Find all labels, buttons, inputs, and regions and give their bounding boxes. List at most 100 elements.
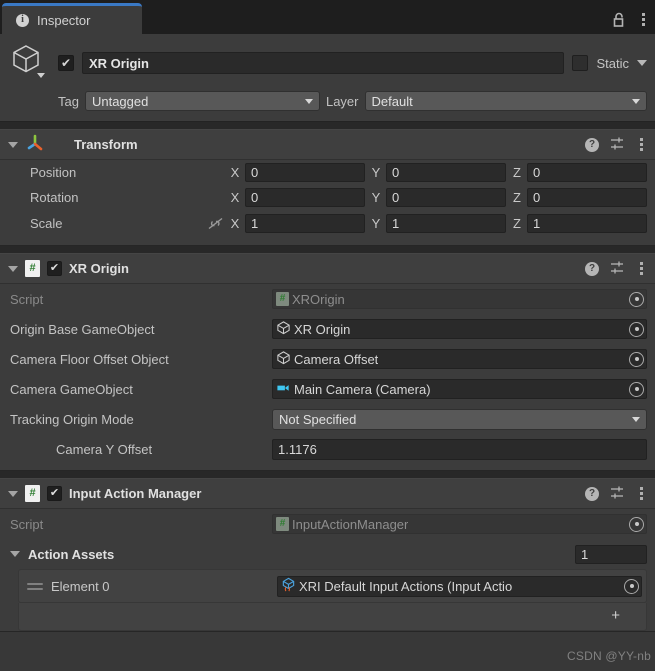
- position-x: X 0: [228, 163, 365, 182]
- scale-x-input[interactable]: 1: [245, 214, 365, 233]
- kebab-menu-icon[interactable]: [636, 260, 647, 277]
- axis-y-label: Y: [371, 190, 381, 205]
- camera-y-offset-label: Camera Y Offset: [56, 441, 153, 457]
- xr-origin-header[interactable]: # ✔ XR Origin ?: [0, 254, 655, 284]
- axis-y-label: Y: [371, 216, 381, 231]
- padlock-unlocked-icon[interactable]: [612, 12, 626, 28]
- position-y-input[interactable]: 0: [386, 163, 506, 182]
- position-vector: X 0 Y 0 Z 0: [228, 163, 647, 182]
- position-x-input[interactable]: 0: [245, 163, 365, 182]
- cs-script-icon: #: [25, 260, 40, 277]
- foldout-triangle-icon[interactable]: [8, 490, 18, 497]
- help-icon[interactable]: ?: [585, 137, 599, 152]
- axis-z-label: Z: [513, 165, 521, 180]
- static-checkbox[interactable]: [572, 55, 589, 71]
- script-label: Script: [10, 516, 44, 532]
- action-assets-footer: +: [18, 603, 647, 631]
- scale-x: X 1: [228, 214, 365, 233]
- input-action-manager-enabled-checkbox[interactable]: ✔: [47, 486, 62, 501]
- help-icon[interactable]: ?: [585, 261, 599, 276]
- constrain-proportions-icon[interactable]: [202, 216, 228, 231]
- scale-y: Y 1: [369, 214, 506, 233]
- preset-icon[interactable]: [610, 260, 625, 278]
- input-actions-asset-icon: [281, 577, 296, 595]
- tracking-origin-mode-dropdown[interactable]: Not Specified: [272, 408, 647, 430]
- help-icon[interactable]: ?: [585, 486, 599, 501]
- gameobject-enabled-checkbox[interactable]: ✔: [58, 55, 74, 71]
- object-picker-button: [629, 516, 644, 532]
- tab-inspector[interactable]: i Inspector: [2, 3, 142, 34]
- component-xr-origin: # ✔ XR Origin ? Script # XROrigin Origin…: [0, 253, 655, 471]
- axis-x-label: X: [230, 165, 240, 180]
- tag-value: Untagged: [91, 93, 149, 109]
- object-picker-button[interactable]: [629, 381, 644, 397]
- axis-z-label: Z: [513, 216, 521, 231]
- cs-script-icon: #: [25, 485, 40, 502]
- rotation-z: Z 0: [510, 188, 647, 207]
- watermark: CSDN @YY-nb: [567, 649, 651, 663]
- component-separator: [0, 471, 655, 478]
- static-chevron-down-icon[interactable]: [637, 60, 647, 66]
- gameobject-name-input[interactable]: XR Origin: [82, 52, 565, 74]
- rotation-vector: X 0 Y 0 Z 0: [228, 188, 647, 207]
- info-icon: i: [16, 13, 29, 27]
- script-label: Script: [10, 291, 44, 307]
- camera-y-offset-input[interactable]: 1.1176: [272, 438, 647, 460]
- kebab-menu-icon[interactable]: [638, 11, 649, 28]
- scale-y-input[interactable]: 1: [386, 214, 506, 233]
- input-action-manager-title: Input Action Manager: [69, 486, 202, 501]
- preset-icon[interactable]: [610, 136, 625, 154]
- rotation-z-input[interactable]: 0: [527, 188, 647, 207]
- preset-icon[interactable]: [610, 485, 625, 503]
- tab-bar: i Inspector: [0, 0, 655, 34]
- transform-gizmo-icon: [25, 133, 45, 156]
- cube-icon[interactable]: [10, 42, 50, 84]
- add-element-button[interactable]: +: [611, 608, 620, 623]
- foldout-triangle-icon[interactable]: [8, 141, 18, 148]
- cs-script-icon: #: [276, 292, 289, 306]
- rotation-x-input[interactable]: 0: [245, 188, 365, 207]
- scale-label: Scale: [30, 216, 63, 231]
- action-assets-size-input[interactable]: 1: [575, 544, 647, 564]
- foldout-triangle-icon[interactable]: [10, 551, 20, 557]
- input-action-manager-script-row: Script # InputActionManager: [0, 509, 655, 539]
- gameobject-name-row: ✔ XR Origin Static: [10, 42, 647, 84]
- camera-floor-offset-object-row: Camera Floor Offset Object Camera Offset: [0, 344, 655, 374]
- camera-y-offset-row: Camera Y Offset 1.1176: [0, 434, 655, 464]
- xr-origin-enabled-checkbox[interactable]: ✔: [47, 261, 62, 276]
- object-picker-button[interactable]: [629, 321, 644, 337]
- rotation-y: Y 0: [369, 188, 506, 207]
- component-transform: Transform ? Position X 0 Y 0 Z 0 Rotatio…: [0, 129, 655, 246]
- script-object-field: # XROrigin: [272, 289, 647, 309]
- action-assets-list: Element 0 XRI Default Input Actions (Inp…: [18, 569, 647, 603]
- tag-dropdown[interactable]: Untagged: [84, 91, 320, 111]
- foldout-triangle-icon[interactable]: [8, 265, 18, 272]
- transform-scale-row: Scale X 1 Y 1 Z 1: [0, 210, 655, 237]
- origin-base-gameobject-field[interactable]: XR Origin: [272, 319, 647, 339]
- object-picker-button[interactable]: [624, 578, 639, 594]
- position-z-input[interactable]: 0: [527, 163, 647, 182]
- tracking-origin-mode-row: Tracking Origin Mode Not Specified: [0, 404, 655, 434]
- script-value: XROrigin: [292, 291, 345, 307]
- action-assets-row[interactable]: Action Assets 1: [0, 539, 655, 569]
- transform-header[interactable]: Transform ?: [0, 130, 655, 160]
- script-object-field: # InputActionManager: [272, 514, 647, 534]
- camera-gameobject-field[interactable]: Main Camera (Camera): [272, 379, 647, 399]
- layer-dropdown[interactable]: Default: [364, 91, 647, 111]
- element-0-object-field[interactable]: XRI Default Input Actions (Input Actio: [277, 575, 642, 597]
- kebab-menu-icon[interactable]: [636, 136, 647, 153]
- layer-value: Default: [371, 93, 413, 109]
- scale-z-input[interactable]: 1: [527, 214, 647, 233]
- kebab-menu-icon[interactable]: [636, 485, 647, 502]
- rotation-y-input[interactable]: 0: [386, 188, 506, 207]
- input-action-manager-header[interactable]: # ✔ Input Action Manager ?: [0, 479, 655, 509]
- camera-floor-offset-object-field[interactable]: Camera Offset: [272, 349, 647, 369]
- transform-position-row: Position X 0 Y 0 Z 0: [0, 160, 655, 185]
- scale-vector: X 1 Y 1 Z 1: [228, 214, 647, 233]
- camera-gameobject-value: Main Camera (Camera): [294, 381, 431, 397]
- list-item[interactable]: Element 0 XRI Default Input Actions (Inp…: [19, 574, 642, 598]
- object-picker-button[interactable]: [629, 351, 644, 367]
- input-action-manager-header-actions: ?: [585, 485, 647, 503]
- drag-handle-icon[interactable]: [27, 582, 43, 590]
- tab-inspector-label: Inspector: [37, 12, 91, 28]
